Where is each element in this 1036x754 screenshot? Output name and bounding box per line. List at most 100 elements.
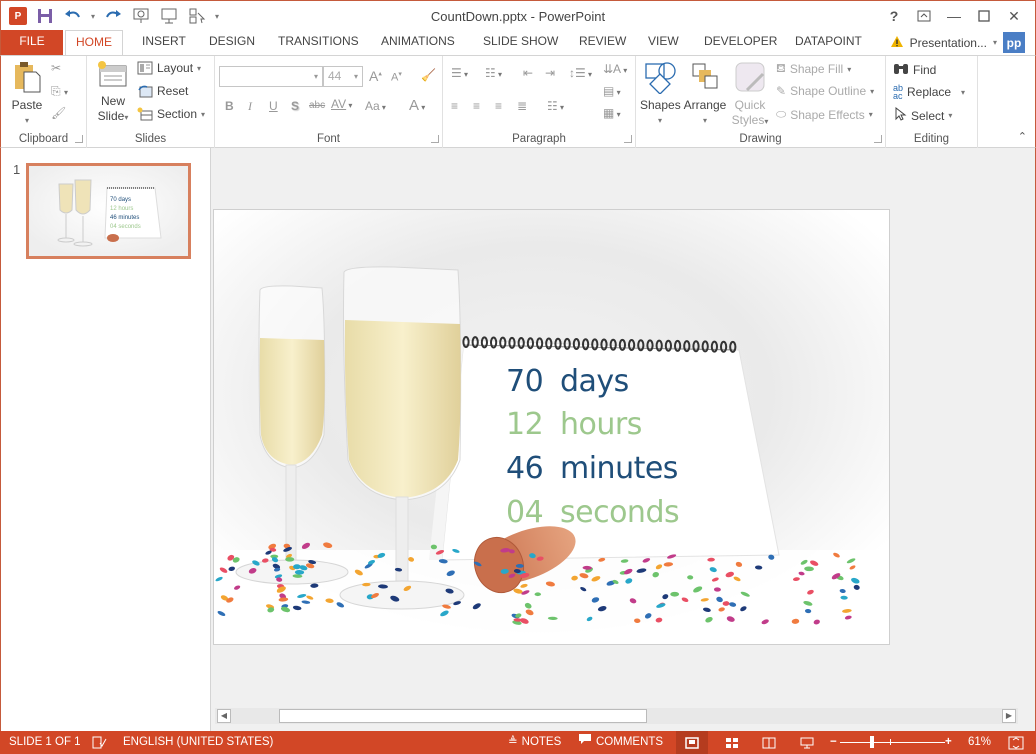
slide-thumbnail-pane: 1 70 days 12 hours 46 minutes 04 seconds: [0, 148, 211, 731]
slide-sorter-button[interactable]: [716, 731, 748, 754]
format-painter-icon[interactable]: 🖌: [51, 106, 66, 120]
paste-button[interactable]: Paste ▾: [9, 60, 45, 128]
account-avatar[interactable]: pp: [1003, 32, 1025, 53]
new-slide-button[interactable]: New Slide▾: [93, 60, 133, 125]
spell-check-icon[interactable]: [92, 731, 107, 754]
shape-effects-button[interactable]: ⬭ Shape Effects ▾: [776, 107, 873, 122]
reading-view-button[interactable]: [753, 731, 785, 754]
section-button[interactable]: Section ▾: [137, 107, 205, 121]
align-text-icon[interactable]: ▤ ▾: [603, 84, 621, 98]
account-area: Presentation... ▾ pp: [890, 32, 1025, 53]
fit-to-window-icon[interactable]: [1008, 731, 1024, 754]
slide-thumbnail[interactable]: 70 days 12 hours 46 minutes 04 seconds: [26, 163, 191, 259]
select-button[interactable]: Select ▾: [893, 106, 952, 124]
font-size-combo[interactable]: 44 ▾: [323, 66, 363, 87]
thumb-line: 46 minutes: [110, 215, 140, 221]
align-right-icon[interactable]: ≡: [495, 99, 502, 113]
minimize-button[interactable]: —: [939, 5, 969, 27]
slide-show-button[interactable]: [791, 731, 823, 754]
replace-button[interactable]: ab ac Replace ▾: [893, 83, 965, 101]
copy-icon[interactable]: ⎘ ▾: [51, 84, 68, 99]
character-spacing-button[interactable]: AV ▾: [331, 97, 352, 111]
zoom-level[interactable]: 61%: [968, 731, 991, 754]
strikethrough-button[interactable]: abc: [309, 100, 325, 111]
clipboard-launcher-icon[interactable]: [75, 135, 83, 143]
italic-button[interactable]: I: [248, 99, 252, 114]
zoom-slider-thumb[interactable]: [869, 736, 874, 748]
zoom-in-button[interactable]: +: [945, 731, 952, 754]
numbering-icon[interactable]: ☷ ▾: [485, 66, 502, 80]
tab-transitions[interactable]: TRANSITIONS: [268, 30, 369, 55]
tab-design[interactable]: DESIGN: [199, 30, 265, 55]
slide-canvas[interactable]: 70 days 12 hours 46 minutes 04 seconds: [213, 209, 890, 645]
thumbnail-image: [29, 166, 188, 256]
status-bar: SLIDE 1 OF 1 ENGLISH (UNITED STATES) ≜ NO…: [0, 731, 1036, 754]
text-direction-icon[interactable]: ⇊A ▾: [603, 62, 627, 76]
zoom-slider-track[interactable]: [840, 742, 945, 743]
language-indicator[interactable]: ENGLISH (UNITED STATES): [123, 731, 273, 754]
bold-button[interactable]: B: [225, 99, 234, 113]
shape-fill-button[interactable]: ⛾ Shape Fill ▾: [776, 61, 851, 77]
convert-to-smartart-icon[interactable]: ▦ ▾: [603, 106, 621, 120]
tab-home[interactable]: HOME: [65, 30, 123, 56]
ribbon-display-options-button[interactable]: [909, 5, 939, 27]
columns-icon[interactable]: ☷ ▾: [547, 99, 564, 113]
scroll-right-button[interactable]: ▶: [1002, 709, 1016, 723]
font-color-button[interactable]: A ▾: [409, 97, 425, 114]
close-button[interactable]: ✕: [999, 5, 1029, 27]
tab-file[interactable]: FILE: [1, 30, 63, 55]
bullets-icon[interactable]: ☰ ▾: [451, 66, 468, 80]
font-name-combo[interactable]: ▾: [219, 66, 323, 87]
notes-button[interactable]: ≜ NOTES: [508, 731, 561, 754]
find-button[interactable]: Find: [893, 61, 936, 78]
increase-indent-icon[interactable]: ⇥: [545, 66, 555, 80]
tab-insert[interactable]: INSERT: [132, 30, 196, 55]
center-icon[interactable]: ≡: [473, 99, 480, 113]
quick-styles-button[interactable]: Quick Styles▾: [730, 60, 770, 129]
shapes-button[interactable]: Shapes ▾: [640, 60, 681, 128]
decrease-indent-icon[interactable]: ⇤: [523, 66, 533, 80]
tab-slide-show[interactable]: SLIDE SHOW: [473, 30, 568, 55]
collapse-ribbon-icon[interactable]: ⌃: [1018, 130, 1027, 143]
reset-button[interactable]: Reset: [137, 84, 188, 98]
tab-animations[interactable]: ANIMATIONS: [371, 30, 465, 55]
new-slide-dropdown-icon[interactable]: ▾: [124, 113, 128, 122]
replace-icon: ab ac: [893, 83, 904, 101]
change-case-button[interactable]: Aa ▾: [365, 99, 386, 113]
paragraph-launcher-icon[interactable]: [624, 135, 632, 143]
maximize-button[interactable]: [969, 5, 999, 27]
confetti-piece: [293, 564, 301, 570]
shape-outline-button[interactable]: ✎ Shape Outline ▾: [776, 84, 874, 98]
help-button[interactable]: ?: [879, 5, 909, 27]
account-name[interactable]: Presentation...: [910, 36, 987, 50]
tab-developer[interactable]: DEVELOPER: [694, 30, 787, 55]
grow-font-button[interactable]: A▴: [369, 68, 382, 84]
clipboard-group-label: Clipboard: [18, 133, 69, 145]
comments-button[interactable]: COMMENTS: [578, 731, 663, 754]
slide-indicator[interactable]: SLIDE 1 OF 1: [9, 731, 81, 754]
line-spacing-icon[interactable]: ↕☰ ▾: [569, 66, 592, 80]
text-shadow-button[interactable]: S: [291, 99, 299, 113]
align-left-icon[interactable]: ≡: [451, 99, 458, 113]
paste-dropdown-icon[interactable]: ▾: [9, 113, 45, 128]
countdown-seconds: 04 seconds: [506, 495, 680, 530]
account-dropdown-icon[interactable]: ▾: [993, 38, 997, 47]
horizontal-scrollbar[interactable]: ◀ ▶: [215, 708, 1018, 724]
layout-button[interactable]: Layout ▾: [137, 61, 201, 75]
slide-number: 1: [13, 162, 21, 177]
tab-review[interactable]: REVIEW: [569, 30, 636, 55]
scrollbar-thumb[interactable]: [279, 709, 647, 723]
font-launcher-icon[interactable]: [431, 135, 439, 143]
drawing-launcher-icon[interactable]: [874, 135, 882, 143]
clear-formatting-icon[interactable]: 🧹: [421, 68, 436, 82]
cut-icon[interactable]: ✂: [51, 61, 61, 75]
normal-view-button[interactable]: [676, 731, 708, 754]
shrink-font-button[interactable]: A▾: [391, 70, 402, 84]
tab-datapoint[interactable]: DATAPOINT: [785, 30, 872, 55]
tab-view[interactable]: VIEW: [638, 30, 689, 55]
zoom-out-button[interactable]: −: [830, 731, 837, 754]
underline-button[interactable]: U: [269, 99, 278, 113]
arrange-button[interactable]: Arrange ▾: [682, 60, 728, 128]
scroll-left-button[interactable]: ◀: [217, 709, 231, 723]
justify-icon[interactable]: ≣: [517, 99, 527, 113]
